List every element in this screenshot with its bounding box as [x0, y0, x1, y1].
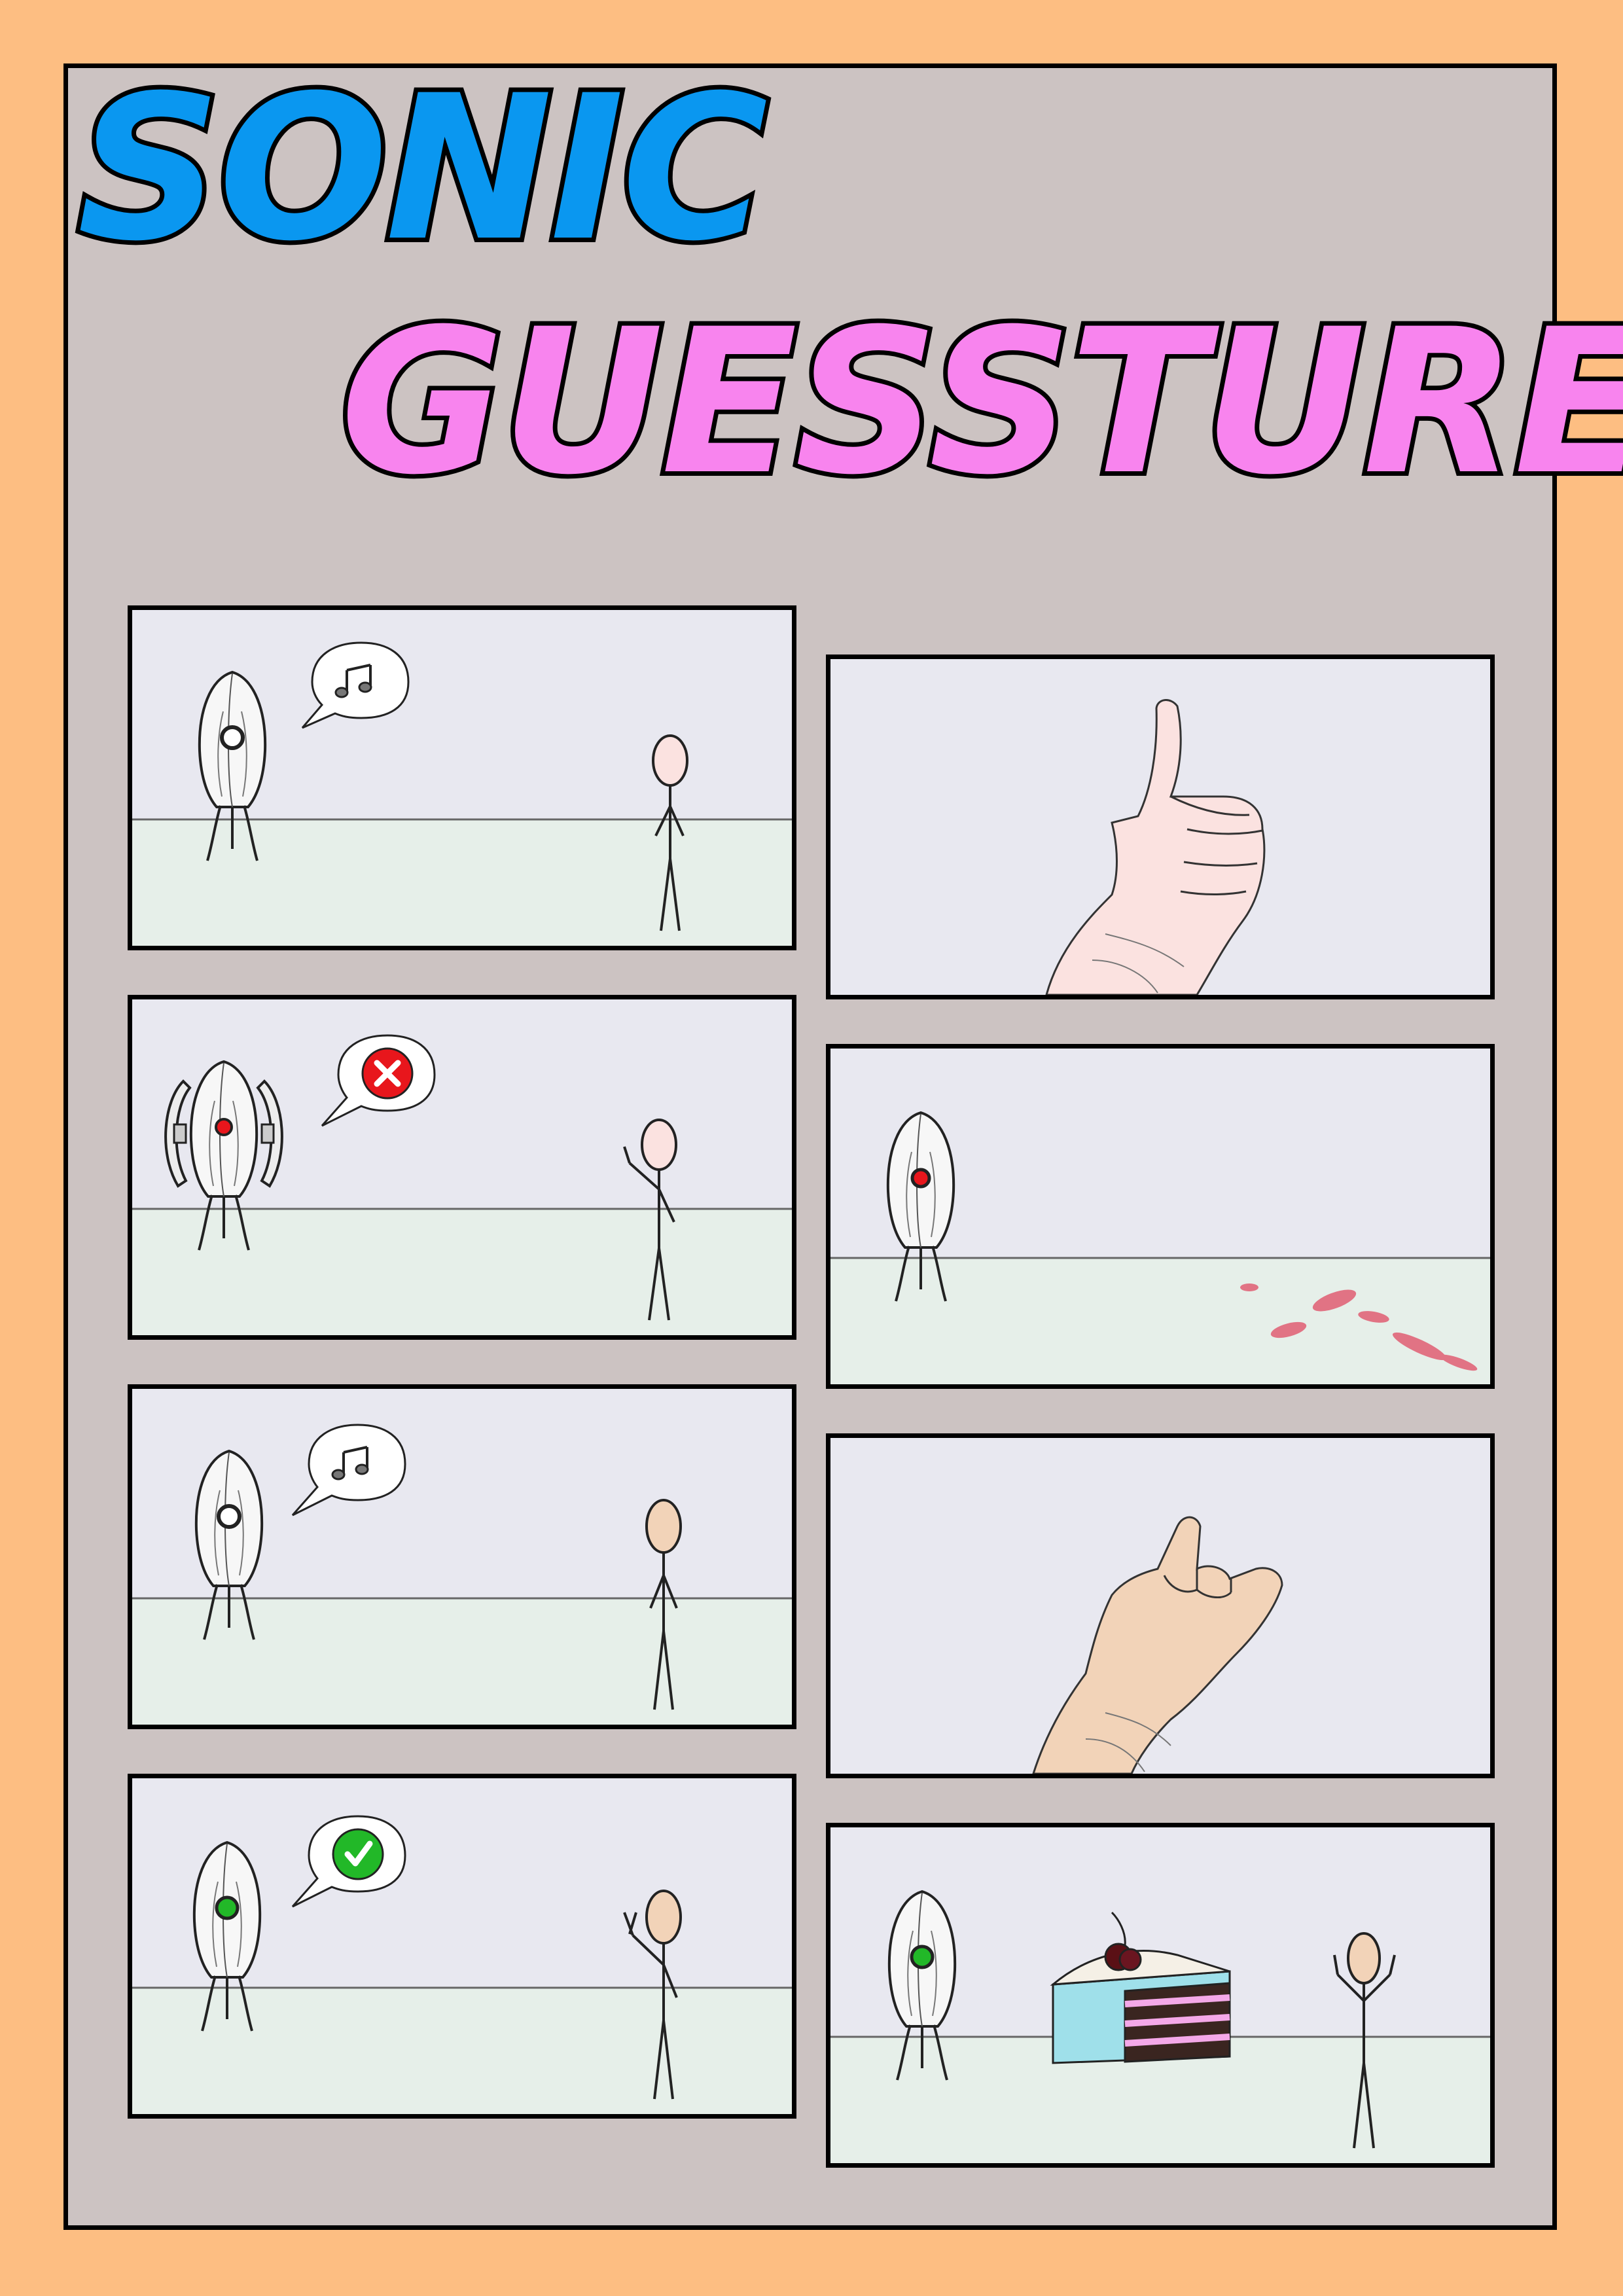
turret-eye — [215, 1895, 240, 1920]
title-line-1: SONIC — [73, 52, 773, 285]
panel-right-2 — [826, 1044, 1495, 1389]
panel-left-2 — [128, 995, 796, 1340]
turret-eye — [215, 1118, 233, 1136]
panel-left-1 — [128, 605, 796, 950]
turret-eye — [217, 1504, 241, 1529]
panel-right-3 — [826, 1433, 1495, 1778]
turret-eye — [910, 1945, 935, 1969]
turret-eye — [910, 1168, 931, 1189]
check-mark-icon — [332, 1828, 384, 1880]
panel-right-4 — [826, 1823, 1495, 2168]
panel-left-4 — [128, 1774, 796, 2119]
panel-right-1 — [826, 655, 1495, 999]
turret-eye — [220, 725, 245, 750]
title-line-2: GUESSTURE — [336, 286, 1623, 518]
x-mark-icon — [361, 1047, 414, 1100]
panel-left-3 — [128, 1384, 796, 1729]
